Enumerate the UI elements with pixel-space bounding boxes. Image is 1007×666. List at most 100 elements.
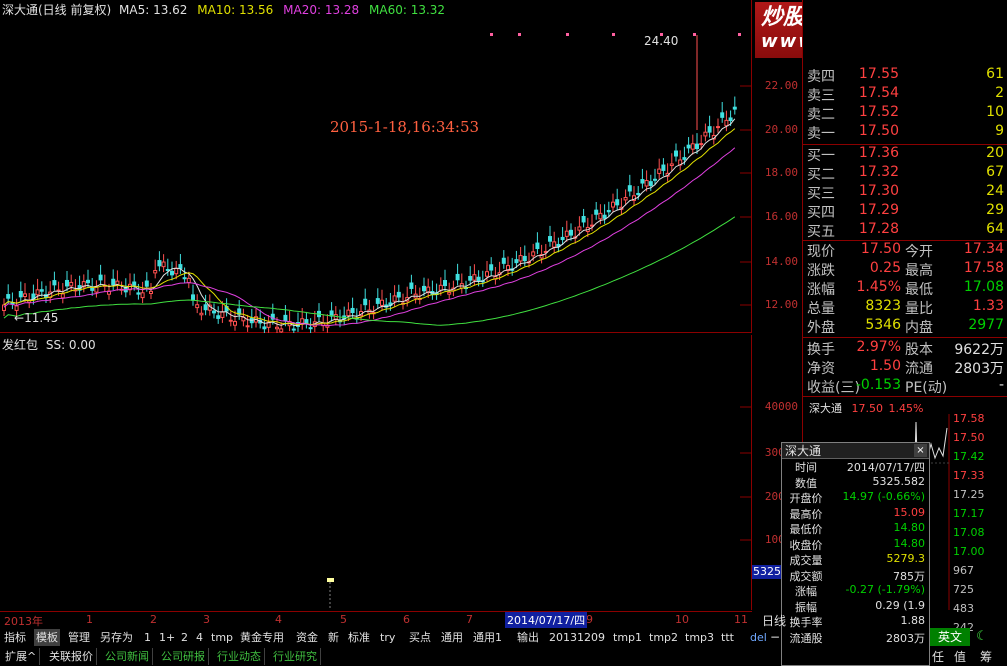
month-tick: 6 — [403, 613, 410, 626]
candle — [367, 299, 372, 319]
toolbar-button[interactable]: ttt — [719, 629, 736, 646]
info-tab[interactable]: 关联报价 — [46, 648, 97, 665]
stat-value: 1.33 — [972, 298, 1004, 314]
toolbar-button[interactable]: 新 — [326, 629, 341, 646]
row-label: 卖三 — [807, 88, 835, 104]
info-tab[interactable]: 行业研究 — [270, 648, 321, 665]
toolbar-button[interactable]: tmp1 — [611, 629, 644, 646]
month-tick: 2 — [150, 613, 157, 626]
toolbar-button[interactable]: 管理 — [66, 629, 92, 646]
toolbar-button[interactable]: 买点 — [407, 629, 433, 646]
indicator-tick-label: 40000 — [764, 400, 798, 413]
indicator-cursor-value: 5325 — [752, 565, 782, 579]
indicator-svg[interactable] — [0, 335, 752, 610]
toolbar-button[interactable]: 1 — [142, 629, 153, 646]
sell-row: 卖三 17.54 2 — [803, 85, 1007, 104]
toolbar-button[interactable]: 资金 — [294, 629, 320, 646]
tooltip-row: 振幅 0.29 (1.9 — [782, 599, 929, 615]
toolbar-button[interactable]: 20131209 — [547, 629, 607, 646]
mini-stock-name: 深大通 — [809, 402, 842, 415]
candlestick-chart[interactable] — [0, 0, 752, 338]
divider — [803, 144, 1007, 145]
candle — [6, 284, 11, 304]
tooltip-row: 时间 2014/07/17/四 — [782, 459, 929, 475]
candle — [375, 288, 380, 309]
row-label: 买三 — [807, 186, 835, 202]
toolbar-button[interactable]: 标准 — [346, 629, 372, 646]
candle — [102, 274, 107, 292]
candle — [170, 261, 174, 281]
toolbar-button[interactable]: 通用1 — [471, 629, 504, 646]
toolbar-button[interactable]: 黄金专用 — [238, 629, 286, 646]
price-tick-label: 12.00 — [764, 298, 798, 311]
template-toolbar: 指标 模板 管理 另存为 1 1+ 2 4 tmp 黄金专用 资金新标准 try 买点 通用 通用1 输出 20… — [0, 628, 780, 647]
tooltip-row: 成交量 5279.3 — [782, 552, 929, 568]
candle — [716, 118, 720, 133]
toolbar-button[interactable]: 通用 — [439, 629, 465, 646]
stat-value: 2803万 — [954, 361, 1004, 377]
tooltip-key: 最高价 — [789, 507, 823, 521]
candle — [249, 308, 254, 329]
row-price: 17.55 — [858, 66, 899, 82]
candle — [594, 201, 599, 220]
tooltip-row: 成交额 785万 — [782, 568, 929, 584]
data-tooltip-window[interactable]: 深大通 × 时间 2014/07/17/四 数值 5325.582 开盘价 14.97 (… — [781, 442, 930, 666]
toolbar-button[interactable]: 指标 — [2, 629, 28, 646]
info-tab[interactable]: 行业动态 — [214, 648, 265, 665]
close-icon[interactable]: × — [914, 444, 927, 457]
candle — [23, 283, 27, 302]
candle — [203, 294, 208, 316]
toolbar-button[interactable]: tmp — [209, 629, 235, 646]
toolbar-button[interactable]: 2 — [179, 629, 190, 646]
candle — [149, 282, 153, 299]
candle — [615, 188, 620, 211]
info-tab[interactable]: 扩展^ — [2, 648, 41, 665]
toolbar-button[interactable]: tmp2 — [647, 629, 680, 646]
candle — [317, 303, 321, 323]
mini-tick-label: 725 — [953, 583, 974, 596]
mini-tick-label: 17.58 — [953, 412, 985, 425]
info-tab[interactable]: 公司研报 — [158, 648, 209, 665]
tooltip-value: 1.88 — [900, 614, 926, 627]
tab-ren[interactable]: 任 — [932, 648, 944, 665]
candle — [665, 163, 670, 182]
minus-button[interactable]: − — [770, 630, 780, 644]
toolbar-button[interactable]: 另存为 — [98, 629, 135, 646]
toolbar-button[interactable]: 4 — [194, 629, 205, 646]
row-volume: 67 — [986, 164, 1004, 180]
toolbar-button[interactable]: try — [378, 629, 397, 646]
stat-row: 总量 8323 量比 1.33 — [803, 298, 1007, 317]
stat-key: 最高 — [905, 263, 933, 279]
price-tick-label: 22.00 — [764, 79, 798, 92]
ma5-label: MA5: 13.62 — [119, 3, 188, 17]
day-line-button[interactable]: 日线 — [762, 612, 786, 629]
main-price-chart[interactable] — [0, 0, 752, 338]
mini-chart-header: 深大通 17.50 1.45% — [809, 400, 923, 416]
toolbar-button[interactable]: 1+ — [157, 629, 177, 646]
candle — [434, 283, 439, 300]
candle — [396, 284, 401, 303]
tooltip-key: 换手率 — [789, 616, 823, 629]
tab-chou[interactable]: 筹 — [980, 648, 992, 665]
toolbar-button[interactable]: del — [748, 629, 769, 646]
month-tick: 7 — [466, 613, 473, 626]
toolbar-button[interactable]: 模板 — [34, 629, 60, 646]
moon-icon[interactable]: ☾ — [974, 628, 990, 646]
stat-value: 2977 — [968, 317, 1004, 333]
indicator-chart[interactable] — [0, 335, 752, 610]
price-tick-label: 20.00 — [764, 123, 798, 136]
english-toggle-button[interactable]: 英文 — [930, 628, 970, 646]
candle — [287, 310, 292, 332]
toolbar-button[interactable]: tmp3 — [683, 629, 716, 646]
info-tab[interactable]: 公司新闻 — [102, 648, 153, 665]
toolbar-button[interactable]: 输出 — [515, 629, 541, 646]
row-volume: 61 — [986, 66, 1004, 82]
stat-key: 涨跌 — [807, 263, 835, 279]
tooltip-row: 数值 5325.582 — [782, 475, 929, 491]
mini-pct: 1.45% — [888, 402, 924, 415]
tab-zhi[interactable]: 值 — [954, 648, 966, 665]
buy-row: 买三 17.30 24 — [803, 183, 1007, 202]
row-volume: 24 — [986, 183, 1004, 199]
candle — [711, 126, 716, 145]
timestamp-label: 2015-1-18,16:34:53 — [330, 118, 480, 136]
